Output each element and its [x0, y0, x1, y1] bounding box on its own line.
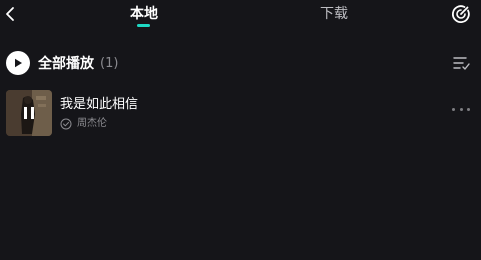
play-all-row[interactable]: 全部播放 (1): [6, 51, 118, 75]
speed-dial-icon: [451, 5, 470, 24]
play-all-button[interactable]: [6, 51, 30, 75]
album-cover: [6, 90, 52, 136]
active-tab-indicator: [137, 24, 150, 27]
local-music-screen: 本地 下载 全部播放 (1) 我是如此相信 周杰伦: [0, 0, 481, 260]
more-options-button[interactable]: [452, 104, 470, 114]
tab-local[interactable]: 本地: [130, 5, 158, 23]
tab-download[interactable]: 下载: [320, 5, 348, 23]
play-icon: [15, 58, 22, 68]
downloaded-check-icon: [60, 118, 72, 130]
chevron-left-icon: [6, 7, 14, 21]
song-count: (1): [100, 55, 119, 71]
song-meta: 周杰伦: [60, 118, 107, 130]
play-all-label: 全部播放: [38, 56, 94, 72]
more-dots-icon: [467, 107, 470, 111]
back-button[interactable]: [0, 4, 20, 24]
speed-dial-button[interactable]: [451, 4, 471, 24]
more-dots-icon: [452, 107, 455, 111]
song-title: 我是如此相信: [60, 97, 139, 112]
song-artist: 周杰伦: [77, 118, 107, 129]
more-dots-icon: [459, 107, 463, 111]
sort-button[interactable]: [452, 55, 470, 71]
sort-list-icon: [453, 57, 470, 70]
pause-icon[interactable]: [21, 105, 37, 121]
top-bar: 本地 下载: [0, 0, 481, 32]
song-row[interactable]: 我是如此相信 周杰伦: [6, 90, 474, 138]
